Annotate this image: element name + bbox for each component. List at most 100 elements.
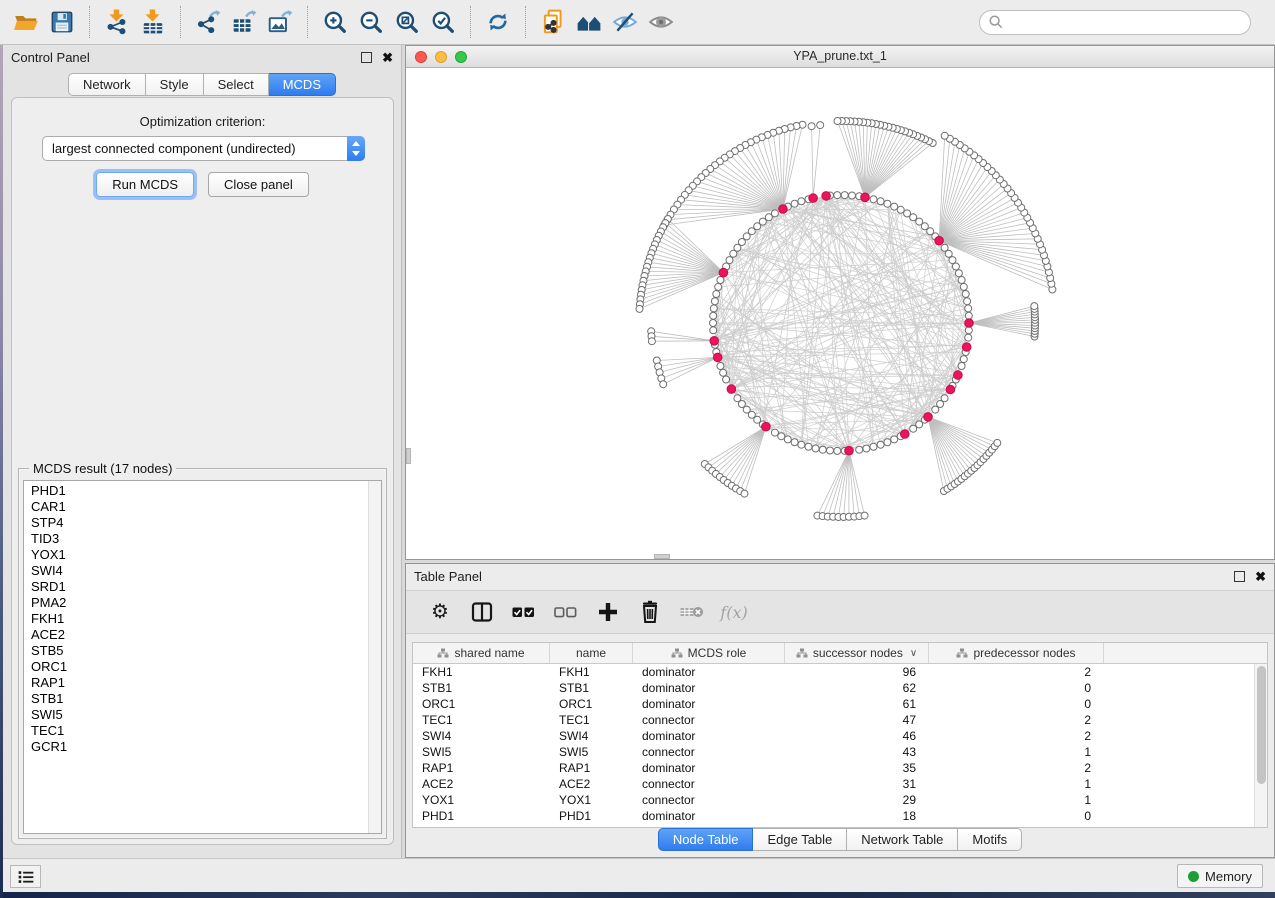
table-cell[interactable]: ACE2 (550, 776, 633, 792)
table-cell[interactable]: connector (633, 712, 785, 728)
float-panel-icon[interactable] (361, 52, 372, 63)
zoom-selected-button[interactable] (425, 5, 461, 39)
table-cell[interactable]: 2 (929, 760, 1104, 776)
mcds-node-item[interactable]: STB5 (24, 643, 381, 659)
table-cell[interactable]: 61 (785, 696, 929, 712)
column-header-successor-nodes[interactable]: successor nodes∨ (785, 643, 929, 663)
columns-button[interactable] (466, 595, 498, 629)
column-header-predecessor-nodes[interactable]: predecessor nodes (929, 643, 1104, 663)
close-panel-icon[interactable]: ✖ (382, 51, 393, 64)
export-table-button[interactable] (226, 5, 262, 39)
refresh-button[interactable] (480, 5, 516, 39)
zoom-out-button[interactable] (353, 5, 389, 39)
mcds-node-item[interactable]: STP4 (24, 515, 381, 531)
table-cell[interactable]: 0 (929, 808, 1104, 824)
mcds-node-item[interactable]: GCR1 (24, 739, 381, 755)
mcds-node-item[interactable]: ACE2 (24, 627, 381, 643)
table-cell[interactable]: 29 (785, 792, 929, 808)
add-button[interactable] (592, 595, 624, 629)
table-tab-network-table[interactable]: Network Table (847, 828, 958, 851)
table-cell[interactable]: 1 (929, 744, 1104, 760)
table-cell[interactable]: YOX1 (550, 792, 633, 808)
table-cell[interactable]: STB1 (550, 680, 633, 696)
tab-mcds[interactable]: MCDS (269, 73, 336, 96)
table-cell[interactable]: 2 (929, 664, 1104, 680)
table-cell[interactable]: dominator (633, 680, 785, 696)
table-row[interactable]: PHD1PHD1dominator180 (413, 808, 1267, 824)
table-cell[interactable]: 1 (929, 776, 1104, 792)
table-cell[interactable]: 1 (929, 792, 1104, 808)
column-header-shared-name[interactable]: shared name (413, 643, 550, 663)
mcds-node-item[interactable]: STB1 (24, 691, 381, 707)
table-cell[interactable]: PHD1 (550, 808, 633, 824)
network-vertical-scrollbar[interactable] (406, 448, 411, 464)
close-window-icon[interactable] (415, 51, 427, 63)
table-cell[interactable]: 2 (929, 728, 1104, 744)
minimize-window-icon[interactable] (435, 51, 447, 63)
sort-indicator-icon[interactable]: ∨ (910, 648, 917, 659)
save-button[interactable] (44, 5, 80, 39)
zoom-fit-button[interactable] (389, 5, 425, 39)
mcds-node-item[interactable]: PHD1 (24, 483, 381, 499)
import-table-button[interactable] (135, 5, 171, 39)
table-cell[interactable]: 43 (785, 744, 929, 760)
close-table-panel-icon[interactable]: ✖ (1255, 570, 1266, 583)
tab-network[interactable]: Network (68, 73, 146, 96)
table-cell[interactable]: 47 (785, 712, 929, 728)
table-cell[interactable]: SWI4 (550, 728, 633, 744)
table-cell[interactable]: dominator (633, 760, 785, 776)
table-cell[interactable]: TEC1 (413, 712, 550, 728)
table-row[interactable]: SWI5SWI5connector431 (413, 744, 1267, 760)
tab-style[interactable]: Style (146, 73, 204, 96)
mcds-node-item[interactable]: ORC1 (24, 659, 381, 675)
table-cell[interactable]: ORC1 (550, 696, 633, 712)
search-field[interactable] (979, 10, 1251, 35)
mcds-node-item[interactable]: CAR1 (24, 499, 381, 515)
mcds-node-item[interactable]: RAP1 (24, 675, 381, 691)
mcds-node-item[interactable]: SRD1 (24, 579, 381, 595)
table-cell[interactable]: STB1 (413, 680, 550, 696)
mcds-node-item[interactable]: FKH1 (24, 611, 381, 627)
table-row[interactable]: TEC1TEC1connector472 (413, 712, 1267, 728)
table-cell[interactable]: YOX1 (413, 792, 550, 808)
result-list-scrollbar[interactable] (368, 481, 381, 833)
hide-selected-button[interactable] (607, 5, 643, 39)
column-header-name[interactable]: name (550, 643, 633, 663)
criterion-select[interactable]: largest connected component (undirected) (42, 136, 365, 161)
table-cell[interactable]: RAP1 (413, 760, 550, 776)
table-cell[interactable]: TEC1 (550, 712, 633, 728)
table-cell[interactable]: dominator (633, 808, 785, 824)
table-row[interactable]: STB1STB1dominator620 (413, 680, 1267, 696)
table-row[interactable]: FKH1FKH1dominator962 (413, 664, 1267, 680)
mcds-node-item[interactable]: TEC1 (24, 723, 381, 739)
table-cell[interactable]: FKH1 (550, 664, 633, 680)
table-cell[interactable]: 35 (785, 760, 929, 776)
export-image-button[interactable] (262, 5, 298, 39)
table-cell[interactable]: SWI5 (550, 744, 633, 760)
table-scrollbar-thumb[interactable] (1257, 666, 1266, 784)
mcds-result-list[interactable]: PHD1CAR1STP4TID3YOX1SWI4SRD1PMA2FKH1ACE2… (23, 480, 382, 834)
float-table-panel-icon[interactable] (1234, 571, 1245, 582)
table-cell[interactable]: 31 (785, 776, 929, 792)
table-row[interactable]: YOX1YOX1connector291 (413, 792, 1267, 808)
network-canvas[interactable] (406, 68, 1274, 559)
table-cell[interactable]: 62 (785, 680, 929, 696)
run-mcds-button[interactable]: Run MCDS (96, 172, 194, 197)
column-header-MCDS-role[interactable]: MCDS role (633, 643, 785, 663)
share-document-button[interactable] (535, 5, 571, 39)
table-cell[interactable]: 46 (785, 728, 929, 744)
deselect-all-button[interactable] (550, 595, 582, 629)
table-row[interactable]: ACE2ACE2connector311 (413, 776, 1267, 792)
delete-button[interactable] (634, 595, 666, 629)
table-cell[interactable]: ACE2 (413, 776, 550, 792)
table-tab-motifs[interactable]: Motifs (958, 828, 1022, 851)
task-history-button[interactable] (10, 865, 41, 888)
table-cell[interactable]: 96 (785, 664, 929, 680)
table-cell[interactable]: dominator (633, 728, 785, 744)
mcds-node-item[interactable]: SWI5 (24, 707, 381, 723)
table-row[interactable]: RAP1RAP1dominator352 (413, 760, 1267, 776)
table-cell[interactable]: connector (633, 776, 785, 792)
table-cell[interactable]: connector (633, 744, 785, 760)
table-cell[interactable]: FKH1 (413, 664, 550, 680)
table-scrollbar[interactable] (1254, 664, 1267, 827)
